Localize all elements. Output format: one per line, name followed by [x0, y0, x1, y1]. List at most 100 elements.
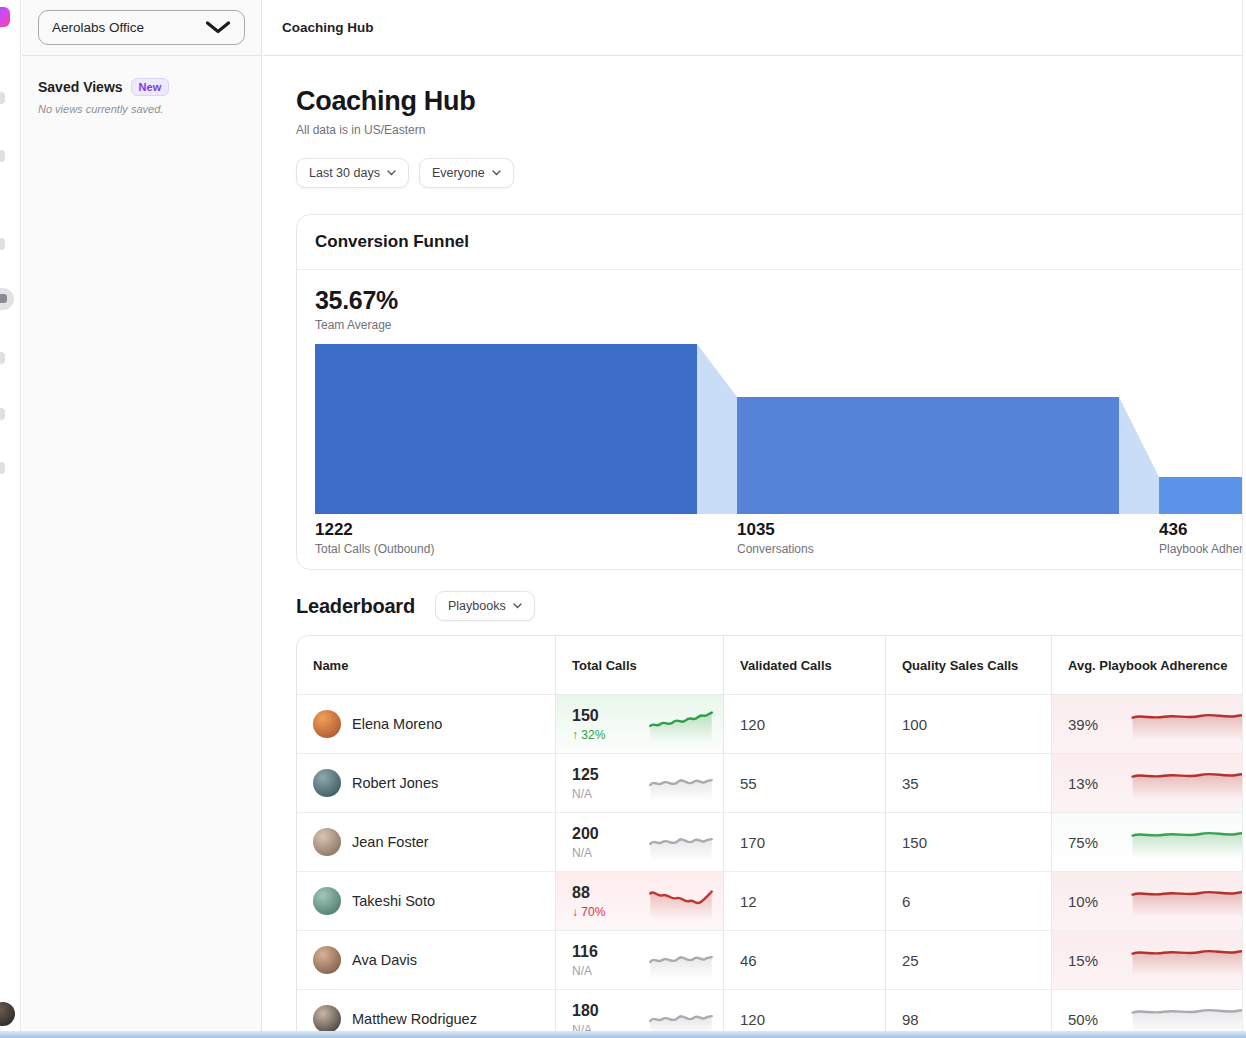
leaderboard-row[interactable]: Robert Jones 125 N/A 55 35 13%: [297, 753, 1242, 812]
adherence-value: 50%: [1068, 1011, 1130, 1028]
total-calls-cell: 88 ↓ 70%: [556, 872, 724, 930]
window-bottom-edge: [0, 1031, 1246, 1038]
adherence-value: 39%: [1068, 716, 1130, 733]
funnel-stage-label: 1222 Total Calls (Outbound): [315, 520, 434, 556]
total-calls-delta: N/A: [572, 846, 599, 860]
rep-name-cell: Jean Foster: [297, 813, 556, 871]
rep-name: Takeshi Soto: [352, 893, 435, 909]
total-calls-cell: 125 N/A: [556, 754, 724, 812]
people-filter[interactable]: Everyone: [419, 158, 514, 188]
adherence-value: 15%: [1068, 952, 1130, 969]
page-title: Coaching Hub: [296, 86, 1242, 117]
rail-nav-icon[interactable]: [0, 92, 5, 104]
leaderboard-table: NameTotal CallsValidated CallsQuality Sa…: [296, 635, 1242, 1038]
topbar: Coaching Hub: [263, 0, 1246, 56]
validated-calls-cell: 46: [724, 931, 886, 989]
quality-calls-cell: 6: [886, 872, 1052, 930]
funnel-chart: [315, 344, 1242, 514]
app-logo-icon[interactable]: [0, 7, 10, 27]
user-avatar[interactable]: [0, 1002, 15, 1026]
funnel-stage-value: 436: [1159, 520, 1242, 540]
workspace-selector[interactable]: Aerolabs Office: [38, 10, 245, 45]
quality-calls-cell: 150: [886, 813, 1052, 871]
adherence-value: 10%: [1068, 893, 1130, 910]
workspace-selector-area: Aerolabs Office: [22, 0, 261, 56]
page-subtitle: All data is in US/Eastern: [296, 123, 1242, 137]
column-header[interactable]: Avg. Playbook Adherence: [1052, 636, 1242, 694]
leaderboard-row[interactable]: Jean Foster 200 N/A 170 150 75%: [297, 812, 1242, 871]
leaderboard-filter-label: Playbooks: [448, 599, 506, 613]
funnel-stage-name: Total Calls (Outbound): [315, 542, 434, 556]
rep-avatar: [313, 828, 341, 856]
main-area: Coaching Hub Coaching Hub All data is in…: [263, 0, 1246, 1038]
leaderboard-row[interactable]: Takeshi Soto 88 ↓ 70% 12 6 10%: [297, 871, 1242, 930]
funnel-stage-value: 1222: [315, 520, 434, 540]
total-calls-delta: ↓ 70%: [572, 905, 605, 919]
page-content: Coaching Hub All data is in US/Eastern L…: [263, 56, 1242, 1038]
column-header[interactable]: Validated Calls: [724, 636, 886, 694]
sparkline: [649, 764, 713, 802]
sparkline: [1130, 885, 1242, 917]
sidebar: Aerolabs Office Saved Views New No views…: [22, 0, 262, 1038]
rep-avatar: [313, 946, 341, 974]
saved-views-empty-message: No views currently saved.: [38, 103, 245, 115]
adherence-cell: 10%: [1052, 872, 1242, 930]
rail-nav-icon[interactable]: [0, 150, 5, 162]
rail-nav-icon[interactable]: [0, 352, 5, 364]
rail-nav-icon[interactable]: [0, 238, 5, 250]
team-average-value: 35.67%: [315, 286, 1242, 315]
chevron-down-icon: [513, 603, 522, 609]
total-calls-value: 150: [572, 706, 605, 725]
saved-views-title: Saved Views: [38, 79, 123, 95]
date-range-label: Last 30 days: [309, 166, 380, 180]
rep-avatar: [313, 1005, 341, 1033]
funnel-stage-name: Playbook Adherence: [1159, 542, 1242, 556]
people-filter-label: Everyone: [432, 166, 485, 180]
rail-nav-icon-active[interactable]: [0, 288, 14, 310]
rep-name: Ava Davis: [352, 952, 417, 968]
adherence-cell: 39%: [1052, 695, 1242, 753]
leaderboard-row[interactable]: Ava Davis 116 N/A 46 25 15%: [297, 930, 1242, 989]
leaderboard-filter[interactable]: Playbooks: [435, 591, 535, 621]
total-calls-delta: ↑ 32%: [572, 728, 605, 742]
app-rail: [0, 0, 21, 1038]
conversion-funnel-card: Conversion Funnel 35.67% Team Average 12…: [296, 214, 1242, 570]
validated-calls-cell: 120: [724, 695, 886, 753]
total-calls-value: 88: [572, 883, 605, 902]
sparkline: [649, 882, 713, 920]
column-header[interactable]: Name: [297, 636, 556, 694]
leaderboard-title: Leaderboard: [296, 595, 415, 618]
funnel-stage-label: 436 Playbook Adherence: [1159, 520, 1242, 556]
table-header-row: NameTotal CallsValidated CallsQuality Sa…: [297, 636, 1242, 694]
rail-nav-icon[interactable]: [0, 408, 5, 420]
column-header[interactable]: Quality Sales Calls: [886, 636, 1052, 694]
sparkline: [1130, 708, 1242, 740]
sparkline: [649, 823, 713, 861]
chevron-down-icon: [387, 170, 396, 176]
column-header[interactable]: Total Calls: [556, 636, 724, 694]
rep-name-cell: Takeshi Soto: [297, 872, 556, 930]
rep-name: Robert Jones: [352, 775, 438, 791]
window-edge: [1242, 0, 1246, 1038]
total-calls-delta: N/A: [572, 787, 599, 801]
total-calls-cell: 116 N/A: [556, 931, 724, 989]
adherence-cell: 75%: [1052, 813, 1242, 871]
leaderboard-row[interactable]: Elena Moreno 150 ↑ 32% 120 100 39%: [297, 694, 1242, 753]
adherence-cell: 13%: [1052, 754, 1242, 812]
rep-name: Matthew Rodriguez: [352, 1011, 477, 1027]
date-range-filter[interactable]: Last 30 days: [296, 158, 409, 188]
rep-avatar: [313, 887, 341, 915]
funnel-stage-label: 1035 Conversations: [737, 520, 814, 556]
sparkline: [1130, 944, 1242, 976]
chevron-down-icon: [205, 21, 231, 34]
sparkline: [649, 705, 713, 743]
new-badge: New: [131, 78, 170, 96]
total-calls-value: 180: [572, 1001, 599, 1020]
sparkline: [1130, 826, 1242, 858]
workspace-name: Aerolabs Office: [52, 20, 144, 35]
rep-avatar: [313, 769, 341, 797]
rail-nav-icon[interactable]: [0, 462, 5, 474]
total-calls-delta: N/A: [572, 964, 598, 978]
total-calls-value: 200: [572, 824, 599, 843]
quality-calls-cell: 25: [886, 931, 1052, 989]
